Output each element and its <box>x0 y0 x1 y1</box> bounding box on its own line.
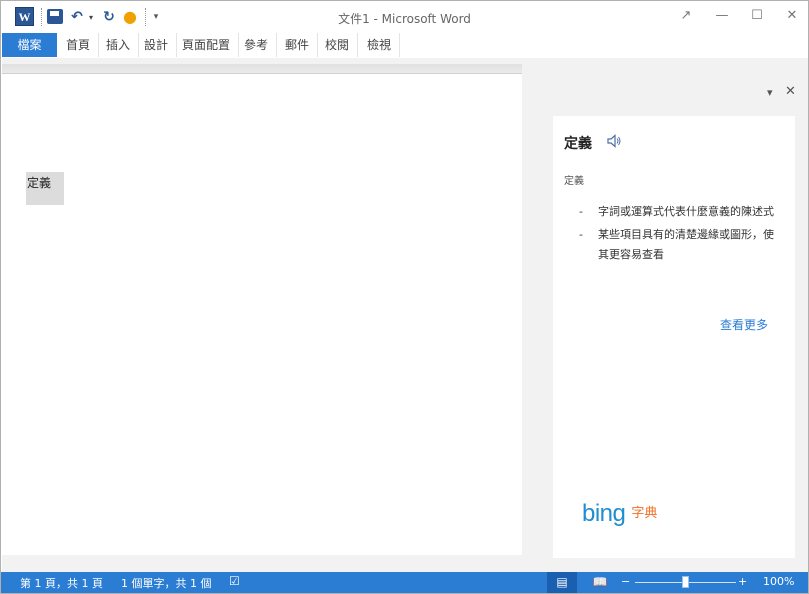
definition-list: - 字詞或運算式代表什麼意義的陳述式 - 某些項目具有的清楚邊緣或圖形，使其更容… <box>579 202 779 268</box>
zoom-slider-thumb[interactable] <box>682 576 689 588</box>
close-button[interactable]: ✕ <box>777 5 807 27</box>
read-mode-icon[interactable]: 📖 <box>585 572 615 593</box>
tab-file[interactable]: 檔案 <box>2 33 57 57</box>
definition-card: 定義 定義 - 字詞或運算式代表什麼意義的陳述式 - 某些項目具有的清楚邊緣或圖… <box>553 116 795 558</box>
bullet-dash: - <box>579 205 583 218</box>
document-page[interactable]: 定義 <box>2 73 522 555</box>
bing-dictionary-logo[interactable]: bing 字典 <box>582 500 657 530</box>
definition-text: 字詞或運算式代表什麼意義的陳述式 <box>598 205 774 218</box>
speaker-icon[interactable] <box>607 134 621 148</box>
zoom-out-button[interactable]: − <box>621 575 630 588</box>
zoom-level[interactable]: 100% <box>763 575 794 588</box>
maximize-button[interactable]: ☐ <box>742 5 772 27</box>
selected-text[interactable]: 定義 <box>26 172 64 205</box>
title-bar: W ↶ ▾ ↻ ● ▾ 文件1 - Microsoft Word ↗ — ☐ ✕ <box>1 1 808 33</box>
status-bar: 第 1 頁，共 1 頁 1 個單字，共 1 個 ☑ ▤ 📖 − + 100% <box>1 572 808 593</box>
tab-home[interactable]: 首頁 <box>58 33 100 57</box>
see-more-link[interactable]: 查看更多 <box>720 316 768 333</box>
tab-mailings[interactable]: 郵件 <box>277 33 319 57</box>
definition-item: - 字詞或運算式代表什麼意義的陳述式 <box>579 202 779 222</box>
proofing-icon[interactable]: ☑ <box>229 574 240 588</box>
pane-close-icon[interactable]: ✕ <box>785 84 796 99</box>
page-count[interactable]: 第 1 頁，共 1 頁 <box>20 575 103 591</box>
definition-headword: 定義 <box>564 136 592 152</box>
tab-design[interactable]: 設計 <box>136 33 178 57</box>
ribbon-tabs: 檔案 首頁 插入 設計 頁面配置 參考 郵件 校閱 檢視 <box>1 33 808 57</box>
minimize-button[interactable]: — <box>707 5 737 27</box>
print-layout-icon[interactable]: ▤ <box>547 572 577 593</box>
tab-insert[interactable]: 插入 <box>98 33 140 57</box>
tab-review[interactable]: 校閱 <box>317 33 359 57</box>
document-area: 定義 <box>2 58 538 572</box>
full-screen-icon[interactable]: ↗ <box>671 5 701 27</box>
bing-wordmark: bing <box>582 500 626 527</box>
definition-item: - 某些項目具有的清楚邊緣或圖形，使其更容易查看 <box>579 225 779 265</box>
tab-view[interactable]: 檢視 <box>359 33 401 57</box>
pane-options-icon[interactable]: ▾ <box>767 86 773 99</box>
word-count[interactable]: 1 個單字，共 1 個 <box>121 575 212 591</box>
word-window: W ↶ ▾ ↻ ● ▾ 文件1 - Microsoft Word ↗ — ☐ ✕… <box>0 0 809 594</box>
bullet-dash: - <box>579 228 583 241</box>
zoom-in-button[interactable]: + <box>738 575 747 588</box>
tab-references[interactable]: 參考 <box>236 33 278 57</box>
dictionary-pane: ▾ ✕ 定義 定義 - 字詞或運算式代表什麼意義的陳述式 - 某些項目具有的清楚 <box>538 58 808 572</box>
tab-page-layout[interactable]: 頁面配置 <box>174 33 240 57</box>
part-of-speech-label: 定義 <box>564 176 584 187</box>
definition-text: 某些項目具有的清楚邊緣或圖形，使其更容易查看 <box>598 228 774 261</box>
dictionary-wordmark: 字典 <box>631 506 658 521</box>
